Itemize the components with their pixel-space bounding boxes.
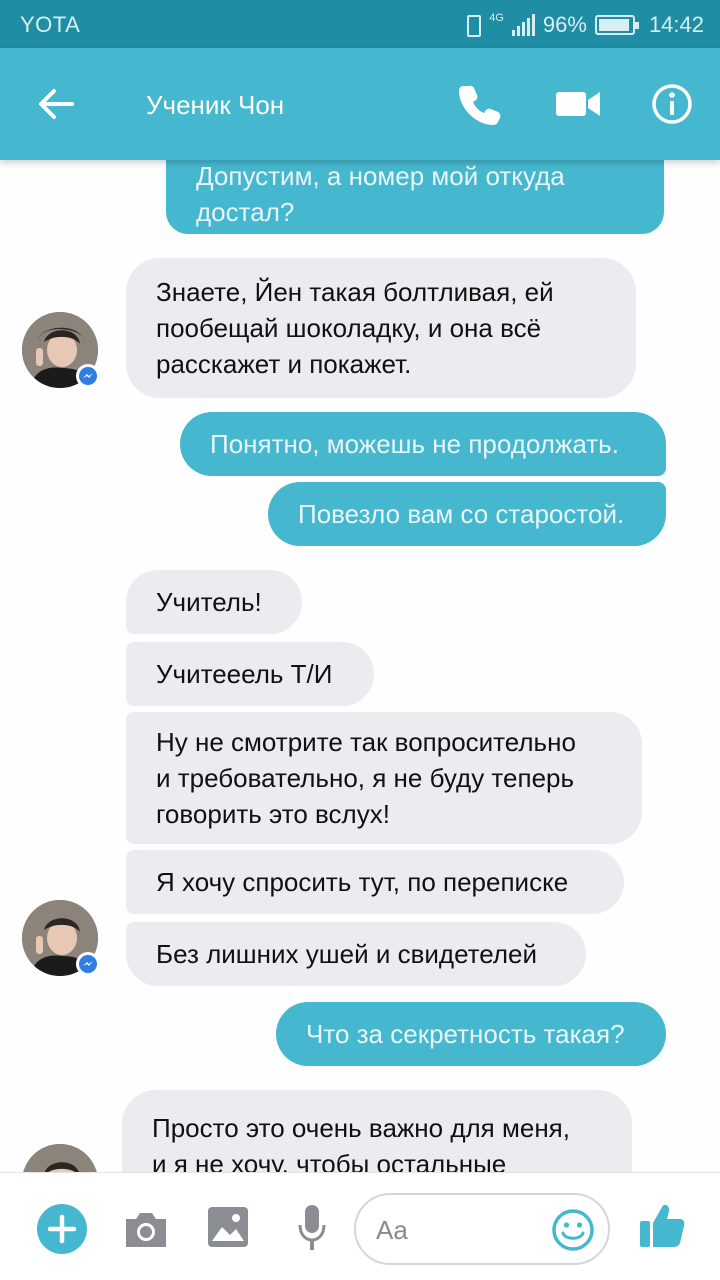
message-outgoing[interactable]: Что за секретность такая? bbox=[276, 1002, 666, 1066]
message-incoming[interactable]: Просто это очень важно для меня, и я не … bbox=[122, 1090, 632, 1172]
vibrate-icon bbox=[463, 13, 482, 37]
status-bar: YOTA 4G 96% 14:42 bbox=[0, 0, 720, 48]
signal-icon bbox=[511, 14, 535, 36]
back-arrow-icon bbox=[39, 89, 74, 119]
message-text-line: достал? bbox=[196, 197, 295, 227]
plus-icon bbox=[37, 1204, 87, 1254]
contact-name[interactable]: Ученик Чон bbox=[146, 90, 284, 121]
call-button[interactable] bbox=[454, 78, 506, 130]
message-incoming[interactable]: Знаете, Йен такая болтливая, ей пообещай… bbox=[126, 258, 636, 398]
message-input-placeholder: Aa bbox=[376, 1215, 408, 1245]
message-incoming[interactable]: Без лишних ушей и свидетелей bbox=[126, 922, 586, 986]
battery-percent: 96% bbox=[542, 12, 587, 37]
like-button[interactable] bbox=[638, 1201, 686, 1251]
screen: YOTA 4G 96% 14:42 Ученик Чон Допустим, а… bbox=[0, 0, 720, 1280]
message-outgoing[interactable]: Понятно, можешь не продолжать. bbox=[180, 412, 666, 476]
message-incoming[interactable]: Учитееель Т/И bbox=[126, 642, 374, 706]
message-text-line: Без лишних ушей и свидетелей bbox=[156, 939, 538, 969]
info-icon bbox=[652, 84, 692, 124]
message-text-line: говорить это вслух! bbox=[156, 799, 390, 829]
more-actions-button[interactable] bbox=[36, 1203, 88, 1255]
info-button[interactable] bbox=[646, 78, 698, 130]
message-outgoing[interactable]: Допустим, а номер мой откуда достал? bbox=[166, 160, 664, 234]
message-text-line: пообещай шоколадку, и она всё bbox=[156, 313, 542, 343]
carrier-label: YOTA bbox=[20, 12, 81, 37]
voice-message-button[interactable] bbox=[296, 1203, 328, 1253]
message-text-line: Повезло вам со старостой. bbox=[298, 499, 625, 529]
contact-avatar[interactable] bbox=[22, 312, 100, 388]
network-label: 4G bbox=[489, 12, 504, 24]
microphone-icon bbox=[298, 1205, 326, 1250]
message-text-line: расскажет и покажет. bbox=[156, 349, 412, 379]
chat-header: Ученик Чон bbox=[0, 48, 720, 160]
gallery-button[interactable] bbox=[206, 1205, 250, 1249]
back-button[interactable] bbox=[30, 78, 82, 130]
video-camera-icon bbox=[556, 92, 600, 116]
thumbs-up-icon bbox=[640, 1204, 685, 1247]
message-text-line: Учитель! bbox=[156, 587, 262, 617]
contact-avatar[interactable] bbox=[22, 900, 100, 976]
message-outgoing[interactable]: Повезло вам со старостой. bbox=[268, 482, 666, 546]
emoji-icon[interactable] bbox=[552, 1209, 594, 1251]
avatar-photo bbox=[22, 1144, 98, 1172]
message-text-line: Знаете, Йен такая болтливая, ей bbox=[156, 277, 554, 307]
phone-icon bbox=[459, 85, 501, 125]
message-text-line: Учитееель Т/И bbox=[156, 659, 333, 689]
message-incoming[interactable]: Ну не смотрите так вопросительно и требо… bbox=[126, 712, 642, 844]
message-text-line: и я не хочу, чтобы остальные bbox=[152, 1149, 507, 1172]
message-text-line: и требовательно, я не буду теперь bbox=[156, 763, 575, 793]
video-call-button[interactable] bbox=[552, 78, 604, 130]
camera-icon bbox=[126, 1213, 166, 1247]
composer-bar: Aa bbox=[0, 1172, 720, 1280]
clock: 14:42 bbox=[648, 12, 704, 37]
message-text-line: Что за секретность такая? bbox=[306, 1019, 625, 1049]
message-text-line: Понятно, можешь не продолжать. bbox=[210, 429, 619, 459]
message-text-line: Ну не смотрите так вопросительно bbox=[156, 727, 576, 757]
image-icon bbox=[208, 1207, 248, 1247]
message-text-line: Просто это очень важно для меня, bbox=[152, 1113, 570, 1143]
message-incoming[interactable]: Я хочу спросить тут, по переписке bbox=[126, 850, 624, 914]
messenger-badge-icon bbox=[76, 952, 100, 976]
message-text-line: Допустим, а номер мой откуда bbox=[196, 161, 565, 191]
messenger-badge-icon bbox=[76, 364, 100, 388]
message-text-line: Я хочу спросить тут, по переписке bbox=[156, 867, 569, 897]
camera-button[interactable] bbox=[122, 1207, 170, 1251]
contact-avatar[interactable] bbox=[22, 1144, 98, 1172]
status-right: 4G 96% 14:42 bbox=[463, 12, 704, 38]
message-list[interactable]: Допустим, а номер мой откуда достал? Зна… bbox=[0, 160, 720, 1172]
message-incoming[interactable]: Учитель! bbox=[126, 570, 302, 634]
battery-icon bbox=[594, 15, 639, 35]
message-input[interactable]: Aa bbox=[354, 1193, 610, 1265]
